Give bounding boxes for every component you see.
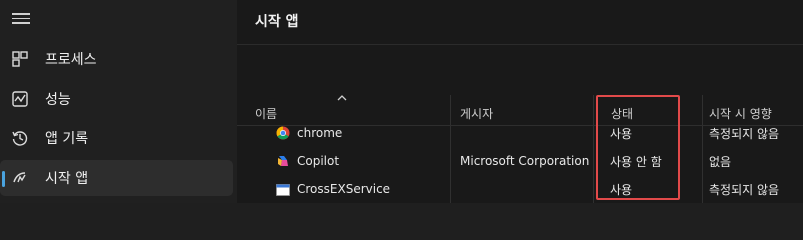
- sidebar-item-label: 성능: [45, 92, 71, 108]
- app-startup-impact: 측정되지 않음: [709, 183, 780, 197]
- app-startup-impact: 측정되지 않음: [709, 127, 780, 141]
- sidebar-item-app-history[interactable]: 앱 기록: [0, 120, 233, 156]
- sidebar-item-startup-apps[interactable]: 시작 앱: [0, 160, 233, 196]
- column-divider[interactable]: [450, 95, 451, 203]
- crossex-icon: [276, 184, 290, 196]
- performance-icon: [12, 91, 28, 107]
- column-header-name[interactable]: 이름: [255, 105, 277, 122]
- column-header-startup-impact[interactable]: 시작 시 영향: [709, 105, 772, 122]
- app-name: Copilot: [297, 154, 340, 168]
- page-title: 시작 앱: [255, 14, 299, 30]
- column-divider[interactable]: [593, 95, 594, 203]
- sidebar-item-label: 앱 기록: [45, 131, 89, 147]
- copilot-icon: [278, 156, 288, 166]
- status-column-highlight: [596, 95, 680, 200]
- sidebar-item-performance[interactable]: 성능: [0, 81, 233, 117]
- active-indicator: [2, 171, 5, 187]
- processes-icon: [12, 51, 28, 67]
- column-divider[interactable]: [702, 95, 703, 203]
- app-name: chrome: [297, 126, 343, 140]
- startup-apps-panel: 시작 앱 이름 게시자 상태 시작 시 영향 chrome 사용 측정되지 않음…: [237, 0, 803, 203]
- divider: [237, 44, 803, 45]
- app-history-icon: [12, 131, 28, 146]
- chrome-icon: [276, 126, 290, 140]
- sidebar-item-label: 시작 앱: [45, 171, 89, 187]
- hamburger-menu-icon[interactable]: [12, 10, 30, 24]
- app-name: CrossEXService: [297, 182, 391, 196]
- app-publisher: Microsoft Corporation: [460, 154, 590, 168]
- sidebar: 프로세스 성능 앱 기록 시작 앱: [0, 0, 237, 203]
- sidebar-item-processes[interactable]: 프로세스: [0, 41, 233, 77]
- column-header-publisher[interactable]: 게시자: [460, 105, 493, 122]
- app-startup-impact: 없음: [709, 155, 732, 169]
- sidebar-item-label: 프로세스: [45, 52, 97, 68]
- startup-apps-icon: [13, 172, 26, 183]
- sort-ascending-icon[interactable]: [337, 94, 347, 102]
